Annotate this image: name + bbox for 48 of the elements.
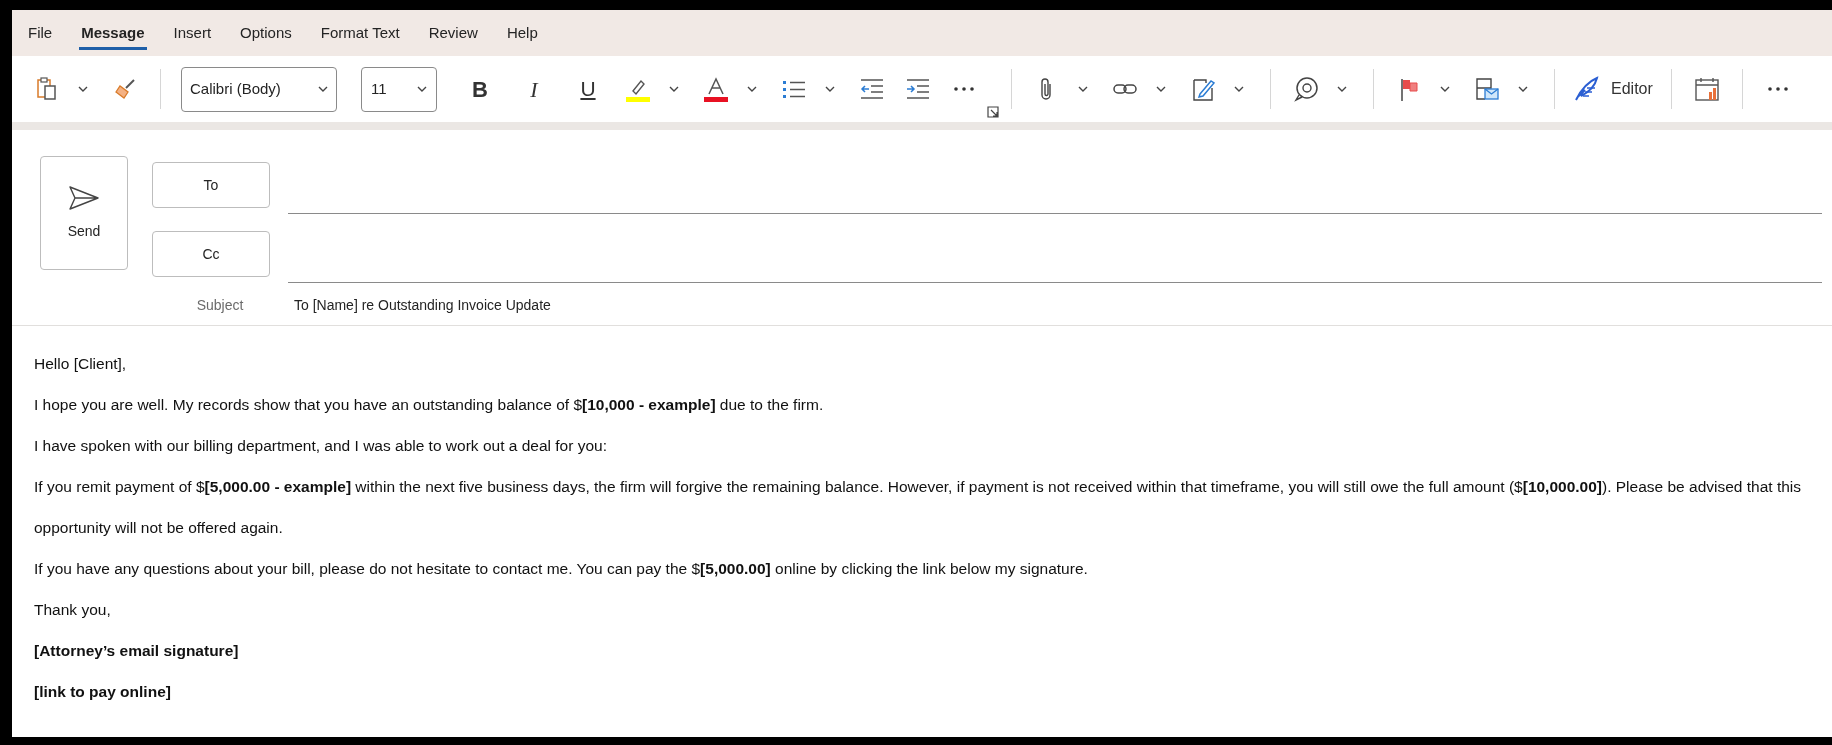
underline-button[interactable]: U [568, 73, 608, 105]
subject-label: Subject [195, 296, 245, 315]
dialog-launcher-icon[interactable] [987, 106, 999, 118]
signature-line: [link to pay online] [34, 682, 172, 702]
increase-indent-icon[interactable] [905, 76, 931, 102]
bold-button[interactable]: B [460, 72, 500, 106]
font-dropdown[interactable]: Calibri (Body) [181, 66, 337, 112]
chevron-down-icon[interactable] [1156, 86, 1166, 92]
menu-tab[interactable]: Message [79, 21, 147, 50]
cc-button[interactable]: Cc [152, 231, 270, 277]
chevron-down-icon[interactable] [1234, 86, 1244, 92]
send-button[interactable]: Send [40, 156, 128, 270]
decrease-indent-icon[interactable] [859, 76, 885, 102]
to-button[interactable]: To [152, 162, 270, 208]
menu-tab[interactable]: Insert [171, 21, 214, 50]
menu-tab[interactable]: Help [504, 21, 540, 50]
chevron-down-icon[interactable] [1440, 86, 1450, 92]
editor-button[interactable]: Editor [1567, 76, 1659, 102]
send-icon [68, 184, 100, 211]
chevron-down-icon [417, 86, 427, 92]
subject-field[interactable]: To [Name] re Outstanding Invoice Update [288, 295, 1822, 316]
italic-button[interactable]: I [514, 72, 554, 106]
chevron-down-icon[interactable] [78, 86, 88, 92]
speech-bubble-icon[interactable] [1293, 76, 1319, 102]
body-paragraph: If you remit payment of $[5,000.00 - example] within the next five business days, the firm will forgive the remaining balance. However, if payment is not received within that timeframe, you will still owe the full amount ($[10,000.00]). Please be advised that this opportunity will not be offered again. [34, 477, 1803, 538]
save-mail-icon[interactable] [1474, 76, 1500, 102]
body-paragraph: I hope you are well. My records show that you have an outstanding balance of $[10,000 - example] due to the firm. [34, 395, 825, 415]
chevron-down-icon[interactable] [1078, 86, 1088, 92]
font-color-icon[interactable] [703, 76, 729, 102]
body-paragraph: Thank you, [34, 600, 112, 620]
chevron-down-icon[interactable] [825, 86, 835, 92]
calendar-chart-icon[interactable] [1693, 76, 1720, 102]
chevron-down-icon[interactable] [747, 86, 757, 92]
menu-tab[interactable]: File [26, 21, 55, 50]
menu-tab[interactable]: Review [426, 21, 480, 50]
body-paragraph: I have spoken with our billing department, and I was able to work out a deal for you: [34, 436, 608, 456]
font-size-dropdown[interactable]: 11 [361, 66, 437, 112]
signature-line: [Attorney’s email signature] [34, 641, 240, 661]
quill-pen-icon [1573, 76, 1599, 102]
body-paragraph: If you have any questions about your bill, please do not hesitate to contact me. You can pay the $[5,000.00] online by clicking the link below my signature. [34, 559, 1089, 579]
signature-icon[interactable] [1190, 76, 1216, 102]
chevron-down-icon [318, 86, 328, 92]
chevron-down-icon[interactable] [1337, 86, 1347, 92]
menu-tab[interactable]: Format Text [318, 21, 402, 50]
menu-tab[interactable]: Options [238, 21, 294, 50]
chevron-down-icon[interactable] [669, 86, 679, 92]
chevron-down-icon[interactable] [1518, 86, 1528, 92]
body-paragraph: Hello [Client], [34, 354, 128, 374]
